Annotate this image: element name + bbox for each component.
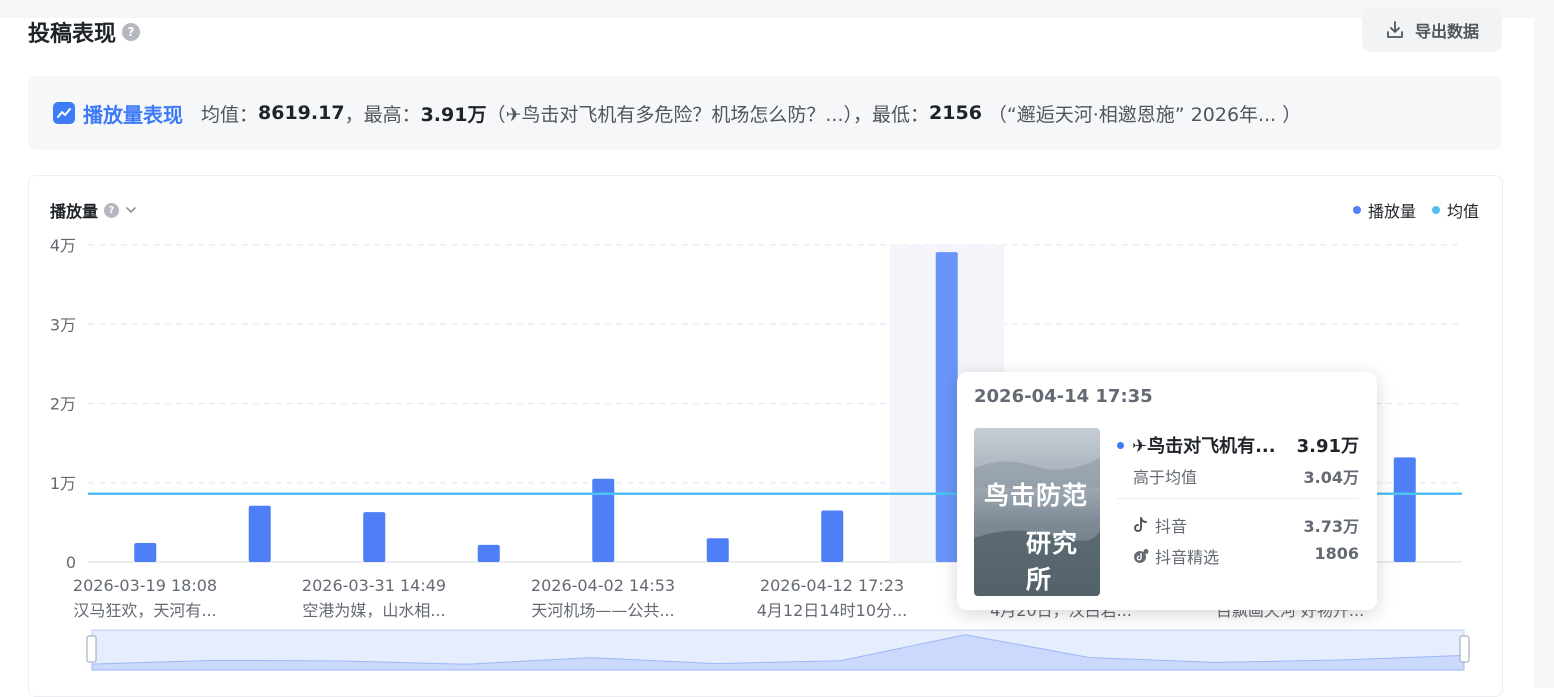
y-tick-label: 4万 — [50, 236, 76, 255]
x-tick-date: 2026-04-02 14:53 — [531, 576, 675, 595]
tooltip-value: 3.91万 — [1296, 436, 1359, 457]
slider-handle-left[interactable] — [86, 635, 97, 663]
bar[interactable] — [1393, 457, 1416, 562]
data-zoom-slider[interactable] — [86, 629, 1470, 671]
tooltip-thumb-text-2: 研究所 — [1026, 529, 1079, 594]
x-tick-date: 2026-03-31 14:49 — [302, 576, 446, 595]
slider-handle-right[interactable] — [1459, 635, 1470, 663]
tooltip-series-dot — [1117, 441, 1124, 449]
tooltip-date: 2026-04-14 17:35 — [974, 386, 1153, 407]
y-tick-label: 0 — [66, 553, 76, 572]
bar[interactable] — [477, 544, 500, 562]
tooltip-row-douyin: 抖音 — [1133, 513, 1187, 537]
x-tick-date: 2026-03-19 18:08 — [73, 576, 217, 595]
bar[interactable] — [134, 542, 157, 562]
bar[interactable] — [363, 512, 386, 562]
x-tick-title: 汉马狂欢，天河有... — [73, 601, 216, 620]
tooltip-row-label: 抖音精选 — [1155, 548, 1220, 567]
x-tick-title: 空港为媒，山水相... — [302, 601, 445, 620]
tooltip-row-douyin-select: 抖音精选 — [1133, 544, 1219, 568]
tooltip-thumb-text-1: 鸟击防范 — [984, 481, 1089, 510]
bar[interactable] — [935, 252, 958, 562]
y-tick-label: 1万 — [50, 474, 76, 493]
douyin-icon — [1134, 517, 1147, 532]
x-tick-date: 2026-04-12 17:23 — [760, 576, 904, 595]
tooltip-row-label: 抖音 — [1155, 517, 1188, 536]
tooltip-row-value: 1806 — [1314, 544, 1359, 563]
bar[interactable] — [821, 510, 844, 562]
tooltip-row-label: 高于均值 — [1133, 468, 1198, 487]
tooltip-row-value: 3.73万 — [1303, 517, 1359, 536]
tooltip-row-value: 3.04万 — [1303, 468, 1359, 487]
bar[interactable] — [248, 505, 271, 562]
bar[interactable] — [706, 538, 729, 562]
y-tick-label: 2万 — [50, 395, 76, 414]
douyin-select-icon — [1134, 549, 1149, 563]
tooltip-title-text: ✈鸟击对飞机有... — [1132, 436, 1276, 457]
tooltip-divider — [1117, 498, 1359, 499]
chart-tooltip: 2026-04-14 17:35 鸟击防范 研究所 ✈鸟击对飞机有... 3.9… — [957, 372, 1377, 610]
bar[interactable] — [592, 478, 615, 562]
tooltip-row-above-average: 高于均值 — [1133, 464, 1197, 488]
x-tick-title: 4月12日14时10分... — [757, 601, 908, 620]
tooltip-title: ✈鸟击对飞机有... — [1117, 432, 1276, 458]
tooltip-thumbnail: 鸟击防范 研究所 — [974, 428, 1100, 596]
x-tick-title: 天河机场——公共... — [531, 601, 674, 620]
y-tick-label: 3万 — [50, 315, 76, 334]
